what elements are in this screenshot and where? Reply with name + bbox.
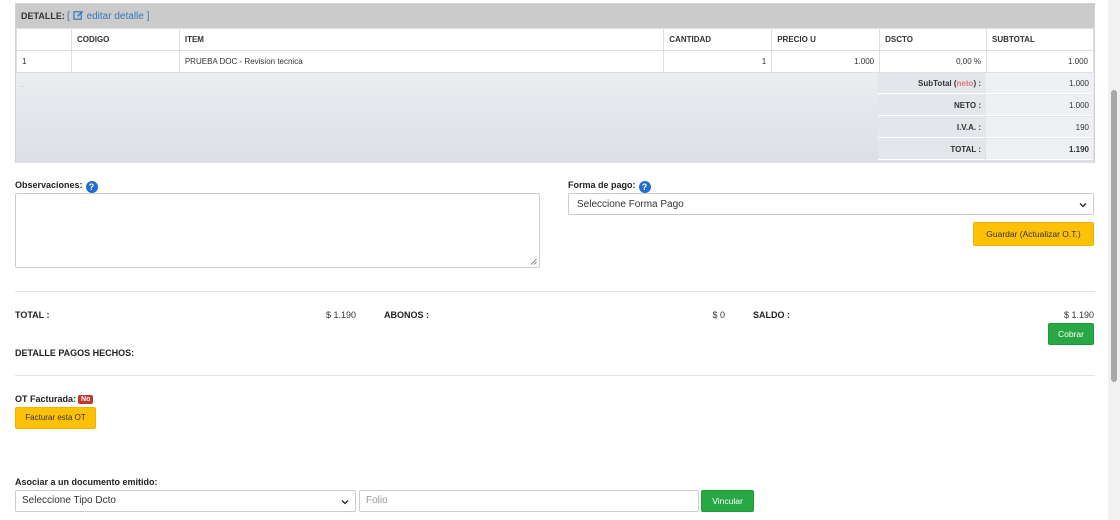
- detalle-pagos-label: DETALLE PAGOS HECHOS:: [15, 348, 135, 358]
- col-precio: PRECIO U: [771, 28, 881, 51]
- total-value: 1.190: [986, 139, 1093, 160]
- asociar-label: Asociar a un documento emitido:: [15, 477, 158, 487]
- row-subtotal: 1.000: [986, 50, 1094, 73]
- subtotal-label: SubTotal (neto) :: [878, 73, 985, 94]
- chevron-down-icon: [1079, 203, 1087, 208]
- col-subtotal: SUBTOTAL: [986, 28, 1094, 51]
- totals-area: . SubTotal (neto) : 1.000 NETO : 1.000 I…: [16, 73, 1094, 163]
- question-circle-icon[interactable]: ?: [638, 181, 651, 193]
- total-row: TOTAL : 1.190: [878, 139, 1094, 161]
- subtotal-row: SubTotal (neto) : 1.000: [878, 73, 1094, 95]
- status-badge: No: [78, 395, 94, 404]
- totals-dot: .: [21, 80, 24, 89]
- abonos-value: $ 0: [712, 310, 725, 320]
- edit-detail-link[interactable]: [ editar detalle ]: [67, 10, 149, 22]
- neto-row: NETO : 1.000: [878, 95, 1094, 117]
- edit-icon: [72, 10, 83, 20]
- detail-panel: DETALLE: [ editar detalle ] CODIGO ITEM …: [15, 3, 1095, 163]
- guardar-button[interactable]: Guardar (Actualizar O.T.): [973, 222, 1094, 246]
- saldo-value: $ 1.190: [1063, 310, 1094, 320]
- scrollbar-thumb[interactable]: [1111, 90, 1117, 382]
- detail-header: DETALLE: [ editar detalle ]: [16, 4, 1094, 28]
- abonos-label: ABONOS :: [384, 310, 429, 320]
- row-codigo: [70, 50, 180, 73]
- col-number: [16, 28, 72, 51]
- question-circle-icon[interactable]: ?: [85, 181, 98, 193]
- detail-title: DETALLE:: [21, 11, 65, 21]
- detail-table-header: CODIGO ITEM CANTIDAD PRECIO U DSCTO SUBT…: [16, 28, 1094, 51]
- row-cantidad: 1: [663, 50, 773, 73]
- chevron-down-icon: [341, 500, 349, 505]
- divider: [15, 375, 1095, 376]
- observaciones-textarea[interactable]: [15, 193, 540, 268]
- summary-total-value: $ 1.190: [325, 310, 356, 320]
- folio-input[interactable]: Folio: [359, 490, 699, 512]
- ot-facturada-label: OT Facturada: No: [15, 394, 94, 404]
- neto-label: NETO :: [878, 95, 985, 116]
- total-label: TOTAL :: [878, 139, 985, 160]
- observaciones-label: Observaciones:?: [15, 180, 98, 193]
- row-precio: 1.000: [771, 50, 881, 73]
- forma-pago-select[interactable]: Seleccione Forma Pago: [568, 193, 1094, 215]
- iva-value: 190: [986, 117, 1093, 138]
- row-number: 1: [16, 50, 72, 73]
- cobrar-button[interactable]: Cobrar: [1048, 323, 1094, 345]
- divider: [15, 291, 1095, 292]
- col-cantidad: CANTIDAD: [663, 28, 773, 51]
- saldo-label: SALDO :: [753, 310, 790, 320]
- table-row: 1 PRUEBA DOC - Revision tecnica 1 1.000 …: [16, 50, 1094, 73]
- scrollbar[interactable]: [1108, 0, 1120, 520]
- row-item: PRUEBA DOC - Revision tecnica: [178, 50, 665, 73]
- col-item: ITEM: [178, 28, 665, 51]
- facturar-button[interactable]: Facturar esta OT: [15, 407, 96, 429]
- vincular-button[interactable]: Vincular: [701, 490, 754, 512]
- tipo-dcto-select[interactable]: Seleccione Tipo Dcto: [15, 490, 356, 512]
- iva-label: I.V.A. :: [878, 117, 985, 138]
- resize-grip-icon[interactable]: [530, 258, 537, 265]
- summary-total-label: TOTAL :: [15, 310, 50, 320]
- forma-pago-label: Forma de pago:?: [568, 180, 651, 193]
- subtotal-value: 1.000: [986, 73, 1093, 94]
- neto-value: 1.000: [986, 95, 1093, 116]
- row-dscto: 0,00 %: [879, 50, 988, 73]
- iva-row: I.V.A. : 190: [878, 117, 1094, 139]
- detail-table: CODIGO ITEM CANTIDAD PRECIO U DSCTO SUBT…: [16, 28, 1094, 73]
- col-dscto: DSCTO: [879, 28, 988, 51]
- col-codigo: CODIGO: [70, 28, 180, 51]
